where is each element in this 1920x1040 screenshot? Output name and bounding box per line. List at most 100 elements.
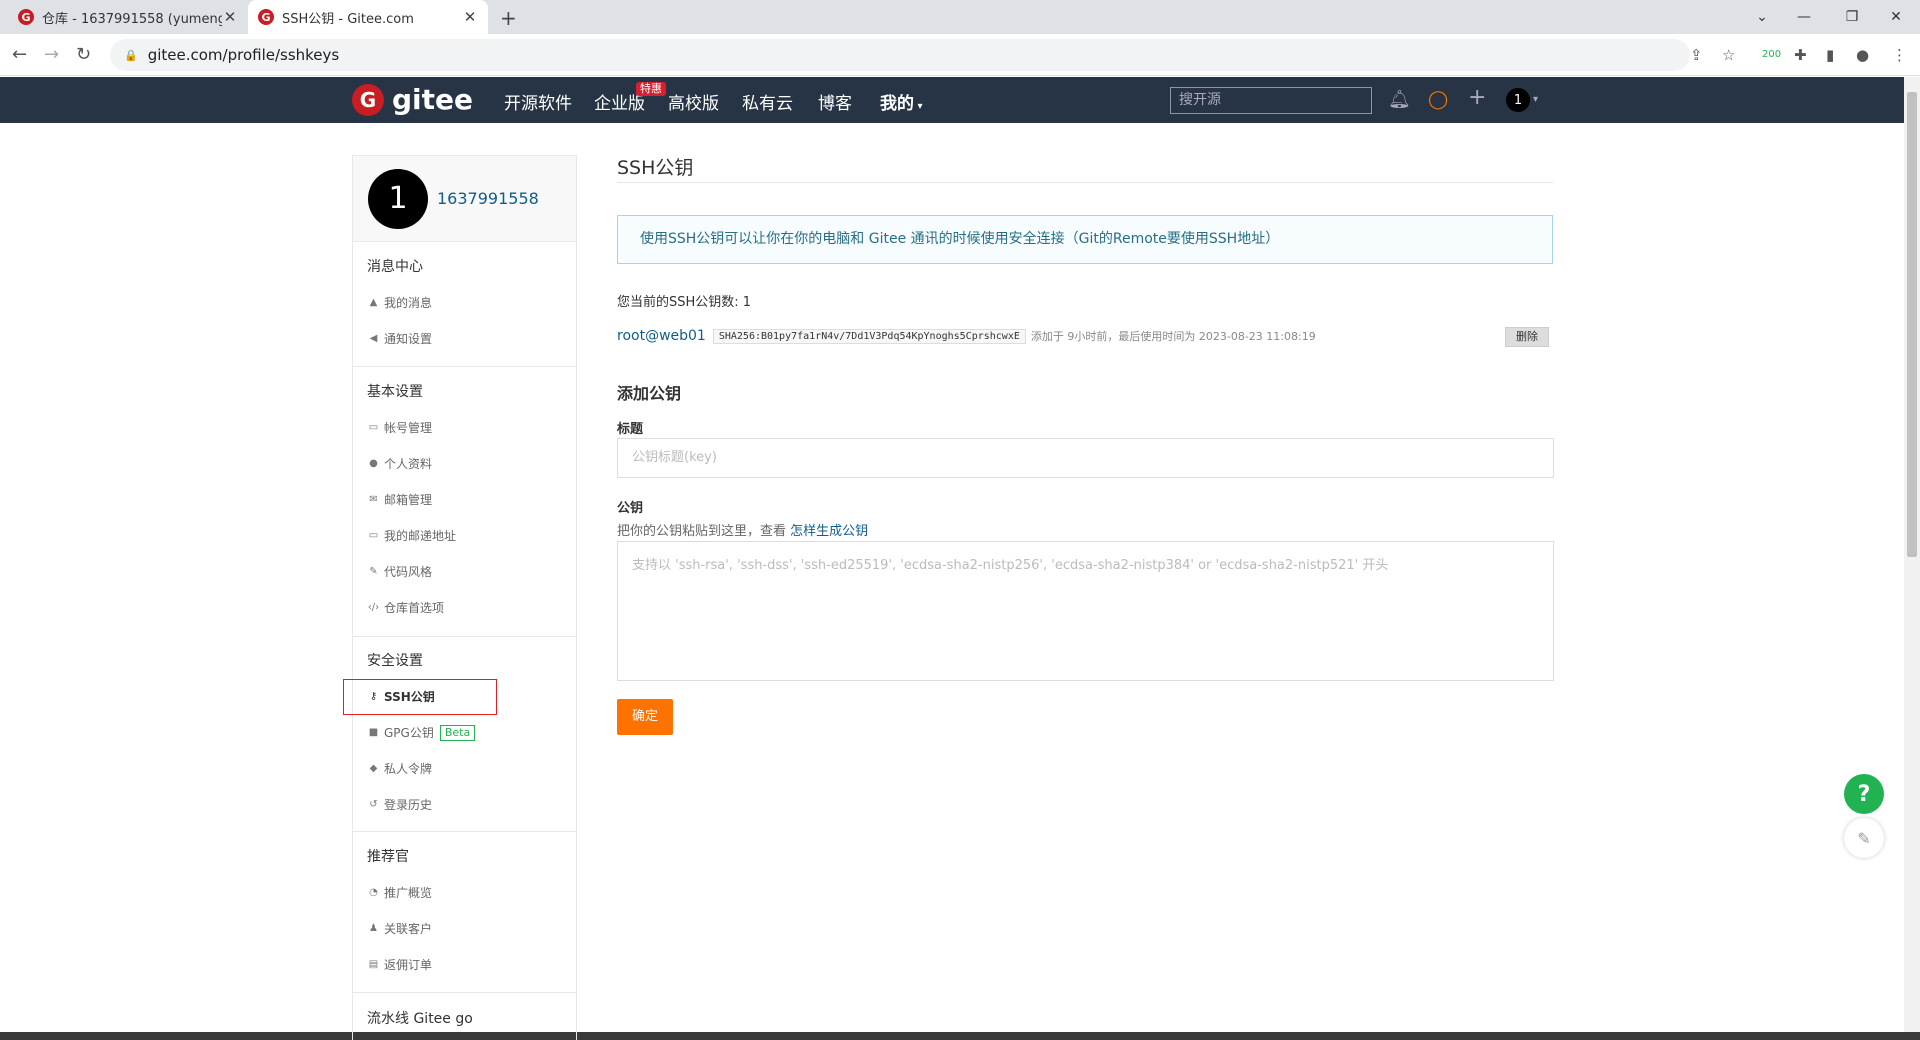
sidebar-item-account[interactable]: ▭ 帐号管理 <box>367 419 432 436</box>
sidebar-item-gpg-keys[interactable]: ■ GPG公钥 Beta <box>367 724 476 741</box>
sidebar-item-label: 登录历史 <box>384 798 433 812</box>
side-panel-icon[interactable]: ▮ <box>1826 46 1834 64</box>
sidebar-item-label: 我的消息 <box>384 296 433 310</box>
divider <box>353 366 576 367</box>
help-button[interactable]: ? <box>1844 774 1884 814</box>
chart-icon: ◔ <box>369 887 378 898</box>
info-banner: 使用SSH公钥可以让你在你的电脑和 Gitee 通讯的时候使用安全连接（Git的… <box>617 215 1553 264</box>
bell-icon[interactable]: 🔔︎ <box>1388 89 1411 110</box>
page-title: SSH公钥 <box>617 157 694 179</box>
sidebar-item-repo-prefs[interactable]: ‹/› 仓库首选项 <box>367 599 444 616</box>
share-icon[interactable]: ⇪ <box>1690 46 1703 64</box>
header-search-input[interactable]: 搜开源 <box>1170 87 1372 114</box>
browser-menu-icon[interactable]: ⋮ <box>1892 46 1907 64</box>
sidebar-item-linked-customers[interactable]: ♟ 关联客户 <box>367 920 432 937</box>
tab-repo[interactable]: G 仓库 - 1637991558 (yumengw) ✕ <box>8 0 248 34</box>
sidebar-item-label: 代码风格 <box>384 565 433 579</box>
public-key-textarea[interactable]: 支持以 'ssh-rsa', 'ssh-dss', 'ssh-ed25519',… <box>617 541 1554 681</box>
restore-icon[interactable]: ❐ <box>1828 0 1876 34</box>
close-tab-icon[interactable]: ✕ <box>222 8 238 26</box>
divider <box>353 831 576 832</box>
key-count: 您当前的SSH公钥数: 1 <box>617 295 752 310</box>
reload-icon[interactable]: ↻ <box>76 44 91 65</box>
history-icon: ↺ <box>369 799 378 810</box>
sidebar-item-my-messages[interactable]: ▲ 我的消息 <box>367 294 432 311</box>
gitee-logo-icon: G <box>352 83 384 116</box>
bookmark-star-icon[interactable]: ☆ <box>1722 46 1735 64</box>
sidebar-item-label: 私人令牌 <box>384 762 433 776</box>
section-basic: 基本设置 <box>367 384 423 400</box>
lightbulb-icon[interactable]: ◯ <box>1428 89 1448 110</box>
avatar[interactable]: 1 <box>368 168 428 229</box>
beta-badge: Beta <box>439 724 476 741</box>
gitee-header <box>0 77 1904 123</box>
minimize-icon[interactable]: — <box>1780 0 1828 34</box>
sidebar-item-notify-settings[interactable]: ◀ 通知设置 <box>367 330 432 347</box>
sidebar-item-profile[interactable]: ● 个人资料 <box>367 455 432 472</box>
ssh-keys-highlight <box>343 679 497 715</box>
nav-university[interactable]: 高校版 <box>668 89 719 114</box>
sidebar-item-label: 我的邮递地址 <box>384 529 457 543</box>
key-name-link[interactable]: root@web01 <box>617 328 706 344</box>
new-tab-icon[interactable]: + <box>500 6 517 30</box>
key-label: 公钥 <box>617 501 644 516</box>
sidebar-item-tokens[interactable]: ◆ 私人令牌 <box>367 760 432 777</box>
sidebar-item-promo-overview[interactable]: ◔ 推广概览 <box>367 884 432 901</box>
tab-sshkeys[interactable]: G SSH公钥 - Gitee.com ✕ <box>248 0 488 34</box>
tab-search-icon[interactable]: ⌄ <box>1738 0 1786 34</box>
divider <box>353 992 576 993</box>
key-title-input[interactable]: 公钥标题(key) <box>617 438 1554 478</box>
sidebar-item-label: 通知设置 <box>384 332 433 346</box>
section-messages: 消息中心 <box>367 259 423 275</box>
scrollbar-thumb[interactable] <box>1907 92 1917 557</box>
nav-private-cloud[interactable]: 私有云 <box>742 89 793 114</box>
section-security: 安全设置 <box>367 653 423 669</box>
tab-title: 仓库 - 1637991558 (yumengw) <box>42 11 222 27</box>
sidebar-item-mailing-address[interactable]: ▭ 我的邮递地址 <box>367 527 456 544</box>
sidebar-item-login-history[interactable]: ↺ 登录历史 <box>367 796 432 813</box>
ssh-key-row: root@web01 SHA256:B01py7fa1rN4v/7Dd1V3Pd… <box>617 328 1316 344</box>
avatar-chevron-icon[interactable]: ▾ <box>1533 94 1538 105</box>
back-icon[interactable]: ← <box>12 44 27 65</box>
feedback-edit-button[interactable]: ✎ <box>1844 818 1884 858</box>
nav-open-source[interactable]: 开源软件 <box>504 89 572 114</box>
how-to-generate-link[interactable]: 怎样生成公钥 <box>790 524 868 539</box>
divider <box>353 636 576 637</box>
delete-key-button[interactable]: 删除 <box>1505 327 1549 347</box>
gitee-favicon-icon: G <box>258 9 274 25</box>
edit-icon: ✎ <box>1857 828 1871 848</box>
sidebar-item-commission-orders[interactable]: ▤ 返佣订单 <box>367 956 432 973</box>
key-hint: 把你的公钥粘贴到这里，查看 怎样生成公钥 <box>617 520 868 539</box>
tab-title: SSH公钥 - Gitee.com <box>282 11 414 27</box>
nav-blog[interactable]: 博客 <box>818 89 852 114</box>
header-avatar[interactable]: 1 <box>1506 88 1530 112</box>
volume-icon: ◀ <box>369 333 378 344</box>
lock-icon: ■ <box>368 727 379 738</box>
url-field[interactable]: 🔒 gitee.com/profile/sshkeys <box>110 39 1690 71</box>
address-card-icon: ▭ <box>368 530 379 541</box>
url-text: gitee.com/profile/sshkeys <box>147 46 340 64</box>
id-card-icon: ▭ <box>368 422 379 433</box>
extension-badge[interactable]: 200 <box>1762 49 1781 60</box>
extensions-puzzle-icon[interactable]: ✚ <box>1794 46 1807 64</box>
profile-icon[interactable]: ● <box>1856 46 1869 64</box>
key-meta: 添加于 9小时前，最后使用时间为 2023-08-23 11:08:19 <box>1030 330 1316 343</box>
submit-button[interactable]: 确定 <box>617 699 673 735</box>
forward-icon[interactable]: → <box>44 44 59 65</box>
window-close-icon[interactable]: ✕ <box>1872 0 1920 34</box>
sidebar-item-email[interactable]: ✉ 邮箱管理 <box>367 491 432 508</box>
receipt-icon: ▤ <box>368 959 379 970</box>
username-link[interactable]: 1637991558 <box>437 189 539 208</box>
nav-mine[interactable]: 我的 ▾ <box>880 89 923 114</box>
tab-bar: G 仓库 - 1637991558 (yumengw) ✕ G SSH公钥 - … <box>0 0 1920 34</box>
section-referral: 推荐官 <box>367 849 409 865</box>
close-tab-icon[interactable]: ✕ <box>462 8 478 26</box>
gitee-logo-text: gitee <box>392 83 474 116</box>
gitee-logo[interactable]: G gitee <box>352 83 473 116</box>
plus-icon[interactable]: + <box>1468 85 1486 110</box>
sidebar-item-code-style[interactable]: ✎ 代码风格 <box>367 563 432 580</box>
user-link-icon: ♟ <box>369 923 378 934</box>
sidebar-profile: 1 1637991558 <box>353 156 576 242</box>
browser-window: G 仓库 - 1637991558 (yumengw) ✕ G SSH公钥 - … <box>0 0 1920 1040</box>
sidebar-item-label: 返佣订单 <box>384 958 433 972</box>
